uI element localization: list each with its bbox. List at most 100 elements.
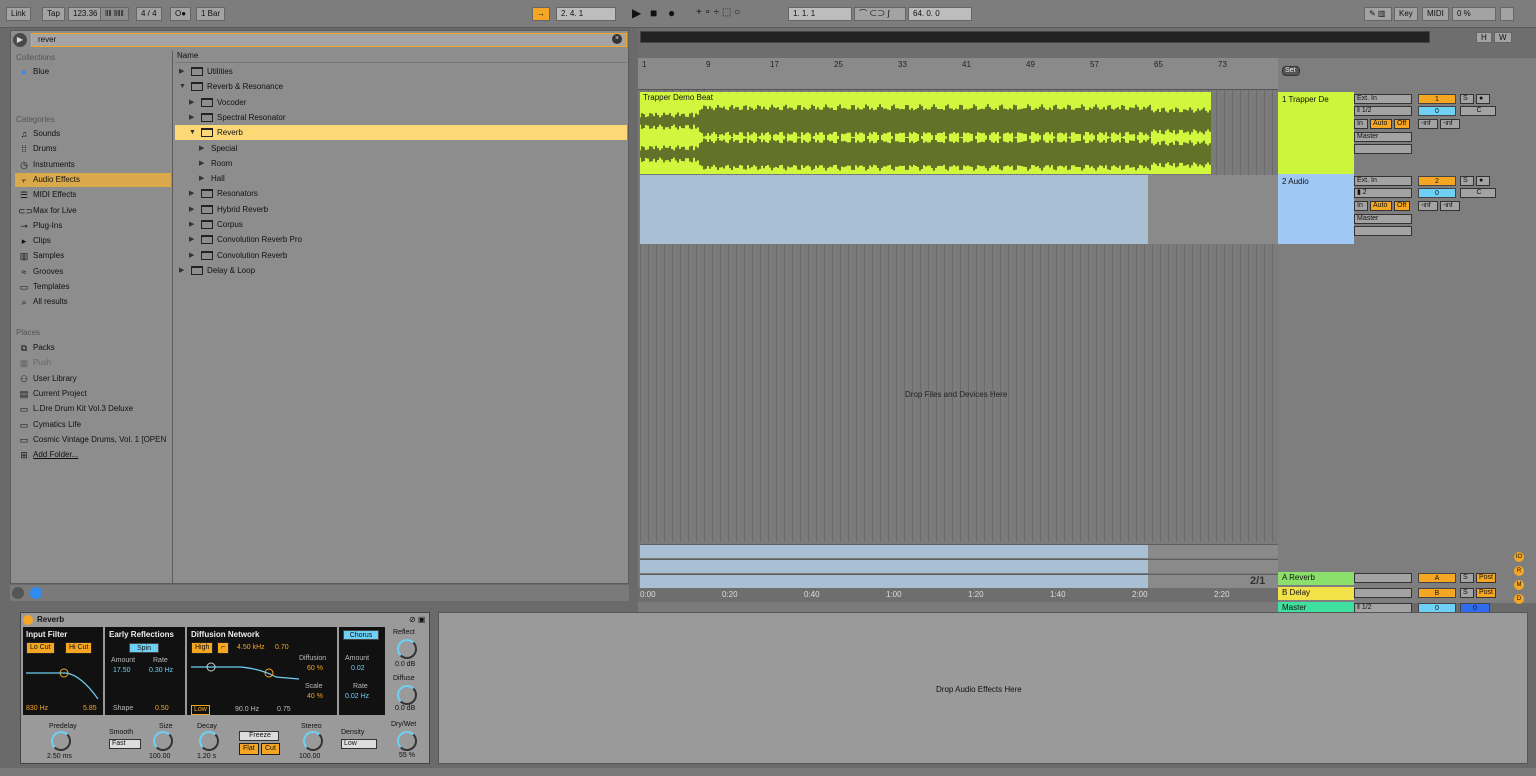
- return-select[interactable]: [1354, 573, 1412, 583]
- expand-icon[interactable]: ▶: [189, 217, 194, 232]
- return-a-lane[interactable]: [640, 544, 1278, 558]
- file-row[interactable]: ▶ Convolution Reverb: [175, 248, 627, 263]
- file-row[interactable]: ▶ Room: [175, 156, 627, 171]
- sidebar-item-all-results[interactable]: ⌕ All results: [15, 295, 171, 309]
- chorus-button[interactable]: Chorus: [343, 630, 379, 640]
- track-2-lane[interactable]: [640, 175, 1148, 244]
- loop-start-field[interactable]: 1. 1. 1: [788, 7, 852, 21]
- file-row[interactable]: ▶ Corpus: [175, 217, 627, 232]
- expand-icon[interactable]: ▶: [179, 263, 184, 278]
- filter-freq[interactable]: 830 Hz: [26, 705, 48, 712]
- sidebar-item-packs[interactable]: ⧉ Packs: [15, 341, 171, 355]
- midi-map-button[interactable]: MIDI: [1422, 7, 1449, 21]
- preview-icon[interactable]: [30, 587, 42, 599]
- return-select[interactable]: [1354, 588, 1412, 598]
- tempo-field[interactable]: 123.36: [68, 7, 103, 21]
- return-post-button[interactable]: Post: [1476, 573, 1496, 583]
- output-channel-select[interactable]: [1354, 144, 1412, 154]
- sidebar-item-instruments[interactable]: ◷ Instruments: [15, 158, 171, 172]
- clear-search-icon[interactable]: ×: [612, 34, 622, 44]
- solo-button[interactable]: S: [1460, 94, 1474, 104]
- low-button[interactable]: Low: [191, 705, 210, 715]
- cut-button[interactable]: Cut: [261, 743, 280, 755]
- return-post-button[interactable]: Post: [1476, 588, 1496, 598]
- loop-length-field[interactable]: 64. 0. 0: [908, 7, 972, 21]
- arm-icon[interactable]: ●: [1476, 176, 1490, 186]
- sidebar-item-add-folder[interactable]: ⊞ Add Folder...: [15, 448, 171, 462]
- expand-icon[interactable]: ▶: [189, 232, 194, 247]
- stereo-knob[interactable]: [303, 731, 323, 751]
- sidebar-item-midi-effects[interactable]: ☰ MIDI Effects: [15, 188, 171, 202]
- set-button[interactable]: Set: [1282, 66, 1300, 76]
- smooth-select[interactable]: Fast: [109, 739, 141, 749]
- side-toggle-icon[interactable]: R: [1514, 566, 1524, 576]
- track-name[interactable]: 2 Audio: [1278, 176, 1354, 188]
- spin-rate[interactable]: 0.30 Hz: [149, 667, 173, 674]
- high-freq[interactable]: 4.50 kHz: [237, 644, 265, 651]
- return-solo-button[interactable]: S: [1460, 588, 1474, 598]
- density-select[interactable]: Low: [341, 739, 377, 749]
- monitor-auto-button[interactable]: Auto: [1370, 119, 1392, 129]
- track-activator[interactable]: 1: [1418, 94, 1456, 104]
- track-activator[interactable]: 2: [1418, 176, 1456, 186]
- time-signature[interactable]: 4 / 4: [136, 7, 162, 21]
- sidebar-item-current-project[interactable]: ▤ Current Project: [15, 387, 171, 401]
- collapse-icon[interactable]: ▼: [189, 125, 196, 140]
- spin-button[interactable]: Spin: [129, 643, 159, 653]
- overview-bar[interactable]: [640, 31, 1430, 43]
- track-name[interactable]: 1 Trapper De: [1278, 94, 1354, 106]
- clip-trapper-demo-beat[interactable]: Trapper Demo Beat: [640, 92, 1211, 174]
- return-solo-button[interactable]: S: [1460, 573, 1474, 583]
- monitor-in-button[interactable]: In: [1354, 119, 1368, 129]
- return-activator[interactable]: A: [1418, 573, 1456, 583]
- volume-field[interactable]: 0: [1418, 106, 1456, 116]
- diffusion-curve[interactable]: [191, 657, 299, 703]
- monitor-off-button[interactable]: Off: [1394, 201, 1410, 211]
- filter-q[interactable]: 5.85: [83, 705, 97, 712]
- drywet-knob[interactable]: [397, 731, 417, 751]
- device-drop-area[interactable]: Drop Audio Effects Here: [438, 612, 1528, 764]
- sidebar-item-push[interactable]: ▦ Push: [15, 356, 171, 370]
- expand-icon[interactable]: ▶: [189, 248, 194, 263]
- sidebar-item-sounds[interactable]: ♫ Sounds: [15, 127, 171, 141]
- draw-mode-icon[interactable]: ✎ ▥: [1364, 7, 1392, 21]
- decay-knob[interactable]: [199, 731, 219, 751]
- hi-cut-button[interactable]: Hi Cut: [65, 642, 93, 654]
- expand-icon[interactable]: ▶: [199, 171, 204, 186]
- input-type-select[interactable]: Ext. In: [1354, 176, 1412, 186]
- bar-ruler[interactable]: 1 9 17 25 33 41 49 57 65 73: [638, 58, 1278, 90]
- chorus-amount[interactable]: 0.02: [351, 665, 365, 672]
- play-icon[interactable]: ▶: [632, 6, 641, 20]
- file-row[interactable]: ▶ Hybrid Reverb: [175, 202, 627, 217]
- low-freq[interactable]: 90.0 Hz: [235, 706, 259, 713]
- sidebar-item-audio-effects[interactable]: ⫟ Audio Effects: [15, 172, 171, 187]
- high-value[interactable]: 0.70: [275, 644, 289, 651]
- predelay-knob[interactable]: [51, 731, 71, 751]
- return-track-name[interactable]: A Reverb: [1278, 572, 1354, 585]
- sidebar-item-clips[interactable]: ▸ Clips: [15, 234, 171, 248]
- hw-w-button[interactable]: W: [1494, 32, 1512, 43]
- expand-icon[interactable]: ▶: [179, 64, 184, 79]
- lo-cut-button[interactable]: Lo Cut: [26, 642, 55, 654]
- diffuse-knob[interactable]: [397, 685, 417, 705]
- search-input[interactable]: rever: [31, 33, 627, 47]
- file-row[interactable]: ▶ Vocoder: [175, 95, 627, 110]
- spin-amount[interactable]: 17.50: [113, 667, 131, 674]
- side-toggle-icon[interactable]: IO: [1514, 552, 1524, 562]
- output-select[interactable]: Master: [1354, 132, 1412, 142]
- side-toggle-icon[interactable]: M: [1514, 580, 1524, 590]
- expand-icon[interactable]: ▶: [189, 202, 194, 217]
- side-toggle-icon[interactable]: D: [1514, 594, 1524, 604]
- return-track-name[interactable]: B Delay: [1278, 587, 1354, 600]
- overdub-icons[interactable]: + ∘ ÷ ⬚ ○: [696, 6, 740, 20]
- file-row[interactable]: ▶ Delay & Loop: [175, 263, 627, 278]
- sidebar-item-l-dre-drum-kit-vol-3-deluxe[interactable]: ▭ L.Dre Drum Kit Vol.3 Deluxe: [15, 402, 171, 416]
- sidebar-item-plug-ins[interactable]: ⊸ Plug-Ins: [15, 219, 171, 233]
- volume-field[interactable]: 0: [1418, 188, 1456, 198]
- master-lane[interactable]: [640, 574, 1278, 588]
- device-menu-icons[interactable]: ⊘ ▣: [409, 615, 425, 624]
- collapse-icon[interactable]: ▼: [179, 79, 186, 94]
- sidebar-item-templates[interactable]: ▭ Templates: [15, 280, 171, 294]
- link-button[interactable]: Link: [6, 7, 31, 21]
- input-channel-select[interactable]: ▮ 2: [1354, 188, 1412, 198]
